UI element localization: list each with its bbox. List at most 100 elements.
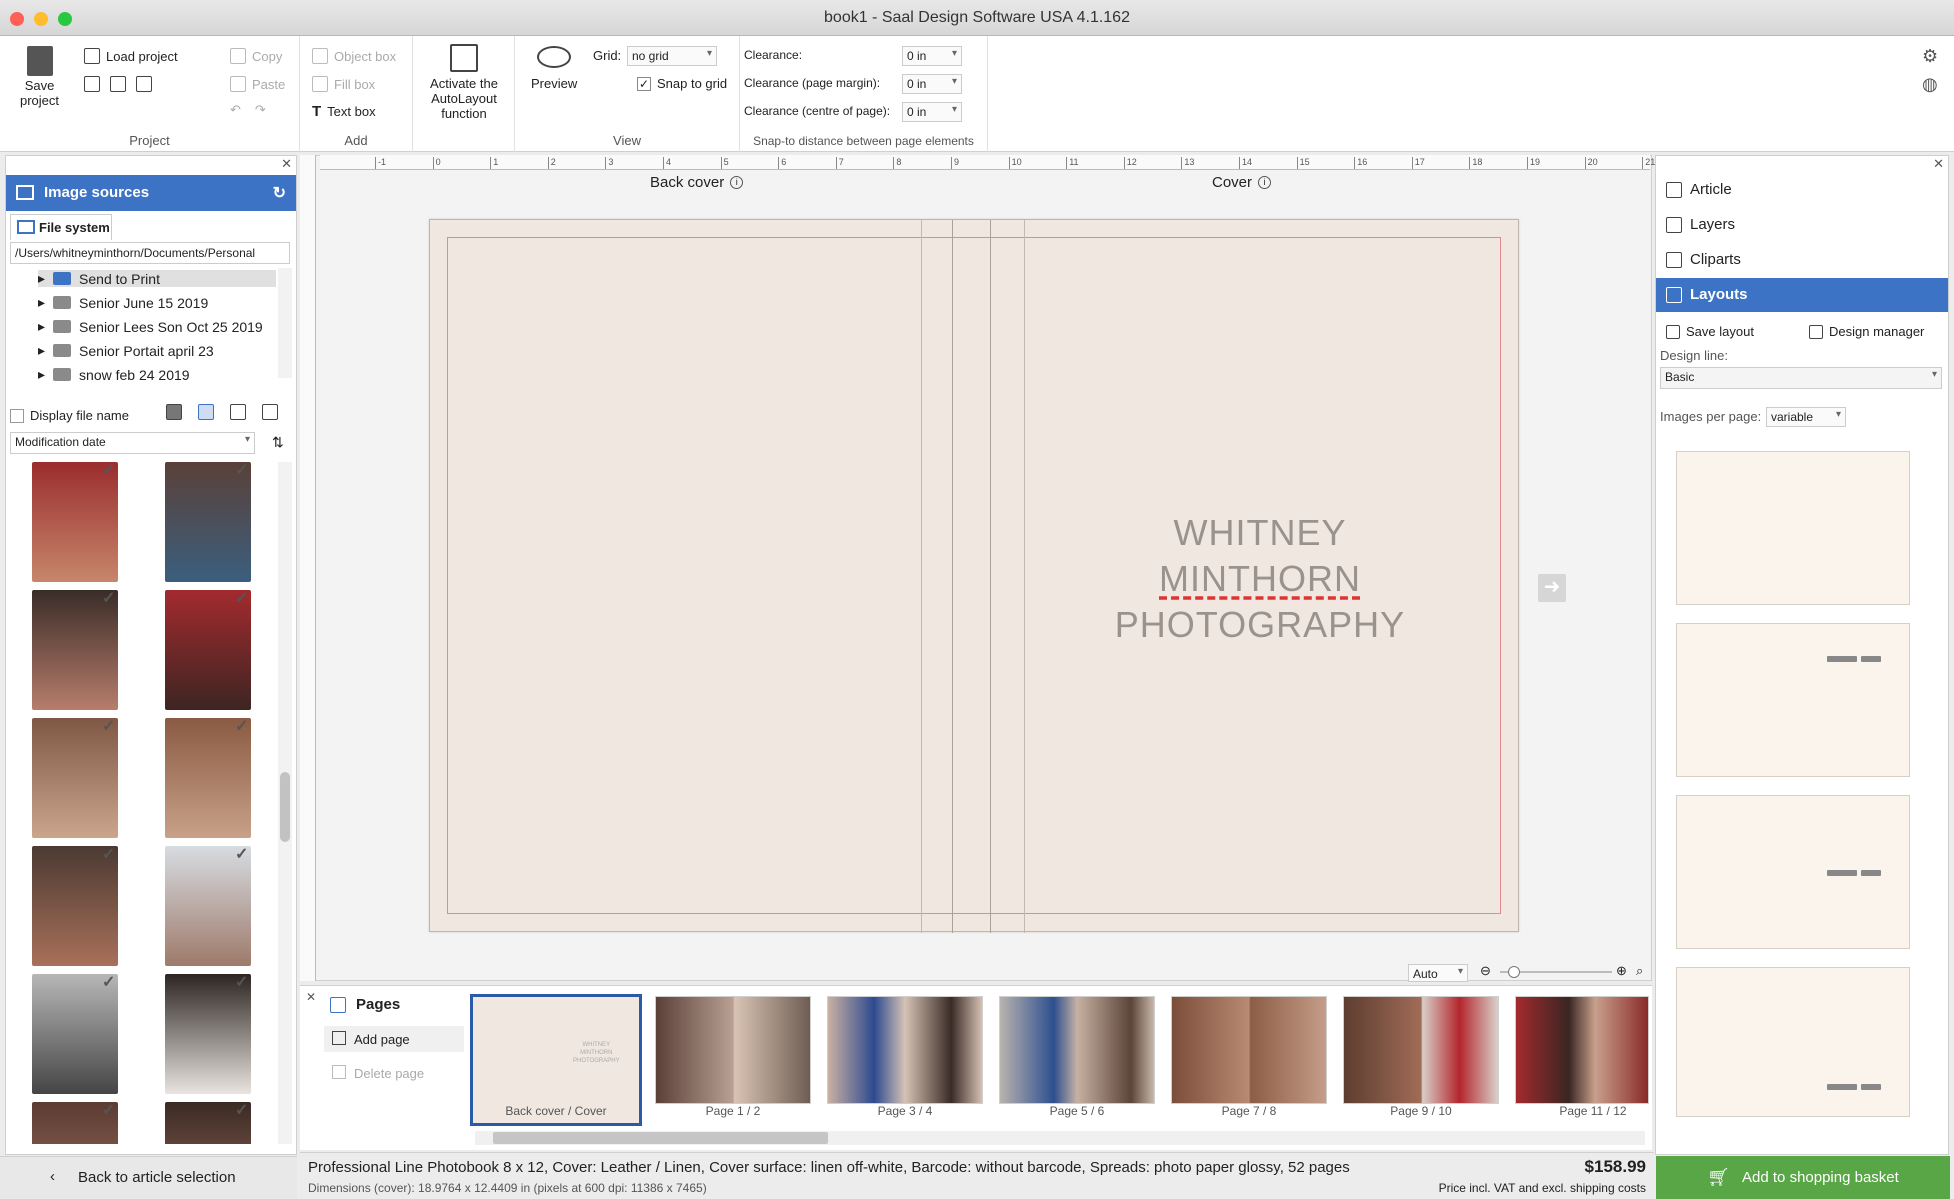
display-file-name-checkbox[interactable]: Display file name xyxy=(10,408,129,423)
cover-spread[interactable]: WHITNEY MINTHORN PHOTOGRAPHY xyxy=(429,219,1519,933)
tree-item-senior-lees[interactable]: ▸ Senior Lees Son Oct 25 2019 xyxy=(38,318,263,335)
design-line-select[interactable]: Basic xyxy=(1660,367,1942,389)
tree-item-send-to-print[interactable]: ▸ Send to Print xyxy=(38,270,276,287)
export-icon[interactable] xyxy=(110,76,126,92)
page-thumb-5-6[interactable] xyxy=(999,996,1155,1104)
photo-thumbnail[interactable] xyxy=(32,846,118,966)
add-group: Object box Fill box T Text box Add xyxy=(300,36,413,152)
page-thumb-label: Page 11 / 12 xyxy=(1559,1104,1627,1118)
add-page-button[interactable]: Add page xyxy=(324,1026,464,1052)
check-icon: ✓ xyxy=(235,974,249,991)
save-project-button[interactable]: Save project xyxy=(20,46,59,108)
delete-page-button[interactable]: Delete page xyxy=(324,1060,464,1086)
fill-box-button[interactable]: Fill box xyxy=(312,76,375,92)
cover-text-box[interactable]: WHITNEY MINTHORN PHOTOGRAPHY xyxy=(1080,510,1440,648)
list-view-icon[interactable] xyxy=(262,404,278,420)
ruler-tick-label: 3 xyxy=(605,157,613,169)
title-bar: book1 - Saal Design Software USA 4.1.162 xyxy=(0,0,1954,36)
centre-select[interactable]: 0 in xyxy=(902,102,962,122)
ruler-tick-label: 10 xyxy=(1008,157,1022,169)
add-to-basket-button[interactable]: 🛒︎ Add to shopping basket xyxy=(1656,1156,1950,1199)
photo-thumbnail[interactable] xyxy=(165,590,251,710)
close-icon[interactable]: ✕ xyxy=(281,156,292,172)
photo-thumbnail[interactable] xyxy=(165,846,251,966)
import-icon[interactable] xyxy=(84,76,100,92)
nav-cliparts[interactable]: Cliparts xyxy=(1656,243,1948,277)
design-manager-button[interactable]: Design manager xyxy=(1809,324,1924,339)
page-margin-select[interactable]: 0 in xyxy=(902,74,962,94)
refresh-icon[interactable]: ↻ xyxy=(273,183,286,203)
grid-select[interactable]: no grid xyxy=(627,46,717,66)
page-thumb-9-10[interactable] xyxy=(1343,996,1499,1104)
photo-thumbnail[interactable] xyxy=(165,718,251,838)
text-box-button[interactable]: T Text box xyxy=(312,103,376,120)
photo-thumbnail[interactable] xyxy=(32,590,118,710)
next-spread-arrow-icon[interactable]: ➜ xyxy=(1538,574,1566,602)
paste-button[interactable]: Paste xyxy=(230,76,285,92)
ruler-tick-label: 4 xyxy=(663,157,671,169)
tree-item-snow-feb[interactable]: ▸ snow feb 24 2019 xyxy=(38,366,190,383)
small-grid-icon[interactable] xyxy=(230,404,246,420)
back-to-article-button[interactable]: ‹ Back to article selection xyxy=(0,1156,297,1199)
layout-option[interactable] xyxy=(1676,967,1910,1117)
tree-item-senior-june[interactable]: ▸ Senior June 15 2019 xyxy=(38,294,208,311)
layout-option[interactable] xyxy=(1676,451,1910,605)
pages-scrollbar[interactable] xyxy=(475,1131,1645,1145)
nav-layers[interactable]: Layers xyxy=(1656,208,1948,242)
scrollbar-thumb[interactable] xyxy=(493,1132,828,1144)
thumbnails-scrollbar[interactable] xyxy=(278,462,292,1144)
sort-select[interactable]: Modification date xyxy=(10,432,255,454)
object-box-button[interactable]: Object box xyxy=(312,48,396,64)
layout-option[interactable] xyxy=(1676,623,1910,777)
page-thumb-1-2[interactable] xyxy=(655,996,811,1104)
export-image-icon[interactable] xyxy=(136,76,152,92)
tab-file-system[interactable]: File system xyxy=(10,214,112,240)
photo-thumbnail[interactable] xyxy=(165,974,251,1094)
zoom-fit-icon[interactable]: ⌕ xyxy=(1636,963,1643,979)
zoom-select[interactable]: Auto xyxy=(1408,964,1468,982)
expand-arrow-icon: ▸ xyxy=(38,342,46,358)
undo-icon[interactable]: ↶ xyxy=(230,102,241,118)
scrollbar-thumb[interactable] xyxy=(280,772,290,842)
image-sources-panel: ✕ Image sources ↻ File system /Users/whi… xyxy=(5,155,297,1155)
photo-thumbnail[interactable] xyxy=(32,462,118,582)
page-thumb-11-12[interactable] xyxy=(1515,996,1649,1104)
tree-item-senior-portait[interactable]: ▸ Senior Portait april 23 xyxy=(38,342,214,359)
gear-icon[interactable]: ⚙ xyxy=(1922,46,1938,67)
ruler-tick-label: 18 xyxy=(1469,157,1482,169)
photo-thumbnail[interactable] xyxy=(165,462,251,582)
medium-grid-icon[interactable] xyxy=(198,404,214,420)
copy-button[interactable]: Copy xyxy=(230,48,282,64)
clearance-select[interactable]: 0 in xyxy=(902,46,962,66)
snap-to-grid-checkbox[interactable]: ✓ Snap to grid xyxy=(637,76,727,91)
autolayout-button[interactable]: Activate the AutoLayout function xyxy=(419,44,509,121)
sort-direction-icon[interactable]: ⇅ xyxy=(272,434,284,451)
save-layout-button[interactable]: Save layout xyxy=(1666,324,1754,339)
close-icon[interactable]: ✕ xyxy=(306,990,316,1004)
zoom-in-icon[interactable]: ⊕ xyxy=(1616,963,1627,979)
page-thumb-7-8[interactable] xyxy=(1171,996,1327,1104)
eye-icon xyxy=(537,46,572,68)
preview-button[interactable]: Preview xyxy=(531,46,577,91)
photo-thumbnail[interactable] xyxy=(32,974,118,1094)
delete-page-icon xyxy=(332,1065,346,1079)
photo-thumbnail[interactable] xyxy=(32,718,118,838)
page-thumb-3-4[interactable] xyxy=(827,996,983,1104)
info-icon[interactable]: i xyxy=(1258,176,1272,189)
layout-option[interactable] xyxy=(1676,795,1910,949)
large-view-icon[interactable] xyxy=(166,404,182,420)
nav-article[interactable]: Article xyxy=(1656,173,1948,207)
images-per-page-select[interactable]: variable xyxy=(1766,407,1846,427)
path-field[interactable]: /Users/whitneyminthorn/Documents/Persona… xyxy=(10,242,290,264)
autolayout-icon xyxy=(450,44,478,72)
load-project-button[interactable]: Load project xyxy=(84,48,178,64)
close-icon[interactable]: ✕ xyxy=(1933,156,1944,172)
tree-scrollbar[interactable] xyxy=(278,268,292,378)
globe-icon[interactable]: ◍ xyxy=(1922,74,1938,95)
zoom-out-icon[interactable]: ⊖ xyxy=(1480,963,1491,979)
nav-layouts[interactable]: Layouts xyxy=(1656,278,1948,312)
zoom-slider-handle[interactable] xyxy=(1508,966,1520,978)
info-icon[interactable]: i xyxy=(730,176,744,189)
redo-icon[interactable]: ↷ xyxy=(255,102,266,118)
zoom-slider[interactable] xyxy=(1500,966,1612,978)
